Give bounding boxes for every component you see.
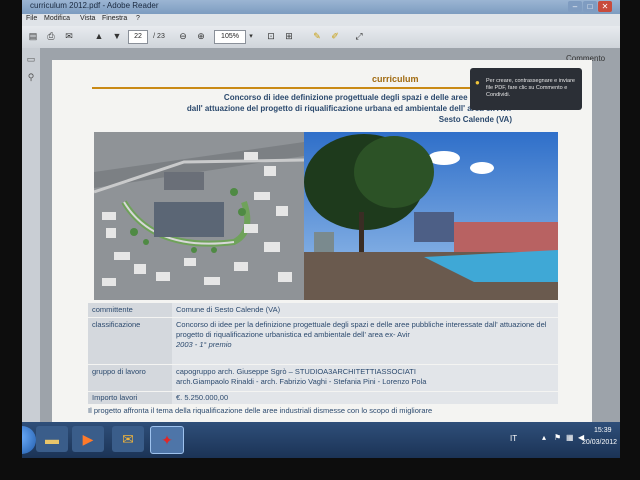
clock-time[interactable]: 15:39 <box>594 427 612 434</box>
previous-page-icon[interactable]: ▲ <box>92 30 106 43</box>
next-page-icon[interactable]: ▼ <box>110 30 124 43</box>
menu-help[interactable]: ? <box>136 15 140 22</box>
maximize-icon[interactable]: □ <box>583 1 597 12</box>
projected-screen: curriculum 2012.pdf - Adobe Reader – □ ✕… <box>22 0 620 458</box>
navigation-pane: ▭ ⚲ <box>22 48 41 422</box>
toolbar: ▤ ⎙ ✉ ▲ ▼ 22 / 23 ⊖ ⊕ 105% ▾ ⊡ ⊞ ✎ ✐ ⤢ <box>22 26 620 49</box>
start-button[interactable] <box>22 426 36 454</box>
gruppo-label: gruppo di lavoro <box>88 365 172 391</box>
menu-finestra[interactable]: Finestra <box>102 15 127 22</box>
page-total: / 23 <box>153 33 165 40</box>
clock-date[interactable]: 20/03/2012 <box>582 439 617 446</box>
classificazione-label: classificazione <box>88 318 172 364</box>
importo-label: Importo lavori <box>88 392 172 404</box>
media-player-icon[interactable]: ▶ <box>72 426 104 452</box>
fit-page-icon[interactable]: ⊡ <box>264 30 278 43</box>
menu-vista[interactable]: Vista <box>80 15 95 22</box>
print-icon[interactable]: ⎙ <box>44 30 58 43</box>
highlight-icon[interactable]: ✐ <box>328 30 342 43</box>
language-indicator[interactable]: IT <box>510 434 517 443</box>
pdf-page: curriculum Concorso di idee definizione … <box>52 60 592 422</box>
committente-label: committente <box>88 303 172 317</box>
menu-bar: File Modifica Vista Finestra ? <box>22 14 620 26</box>
taskbar: ▬ ▶ ✉ ✦ IT ▴ ⚑ ▦ ◀ 15:39 20/03/2012 <box>22 422 620 458</box>
site-plan-image <box>94 132 304 300</box>
menu-modifica[interactable]: Modifica <box>44 15 70 22</box>
zoom-in-icon[interactable]: ⊕ <box>194 30 208 43</box>
window-title: curriculum 2012.pdf - Adobe Reader <box>30 1 159 10</box>
project-description: Il progetto affronta il tema della riqua… <box>88 406 433 415</box>
flag-icon[interactable]: ⚑ <box>554 433 561 442</box>
committente-value: Comune di Sesto Calende (VA) <box>172 303 558 317</box>
email-icon[interactable]: ✉ <box>62 30 76 43</box>
classificazione-award: 2003 - 1° premio <box>176 340 232 349</box>
classificazione-text: Concorso di idee per la definizione prog… <box>176 320 547 339</box>
menu-file[interactable]: File <box>26 15 37 22</box>
minimize-icon[interactable]: – <box>568 1 582 12</box>
importo-value: €. 5.250.000,00 <box>172 392 558 404</box>
pages-icon[interactable]: ▭ <box>25 54 37 66</box>
page-header: curriculum <box>372 74 419 84</box>
gruppo-value: capogruppo arch. Giuseppe Sgrò – STUDIOA… <box>172 365 558 391</box>
network-icon[interactable]: ▦ <box>566 433 574 442</box>
close-icon[interactable]: ✕ <box>598 1 612 12</box>
comment-tooltip[interactable]: ● Per creare, contrassegnare e inviare f… <box>470 68 582 110</box>
expand-icon[interactable]: ⤢ <box>352 30 366 43</box>
gruppo-line-2: arch.Giampaolo Rinaldi - arch. Fabrizio … <box>176 377 427 386</box>
project-title-line-3: Sesto Calende (VA) <box>438 115 512 124</box>
project-title-line-1: Concorso di idee definizione progettuale… <box>223 93 512 102</box>
page-number-input[interactable]: 22 <box>128 30 148 44</box>
explorer-folder-icon[interactable]: ▬ <box>36 426 68 452</box>
classificazione-value: Concorso di idee per la definizione prog… <box>172 318 558 364</box>
zoom-dropdown-icon[interactable]: ▾ <box>246 30 256 43</box>
project-title-line-2: dall' attuazione del progetto di riquali… <box>186 104 512 113</box>
lightbulb-icon: ● <box>475 78 480 87</box>
show-hidden-icons-icon[interactable]: ▴ <box>542 433 546 442</box>
acrobat-icon[interactable]: ✦ <box>150 426 184 454</box>
zoom-input[interactable]: 105% <box>214 30 246 44</box>
open-icon[interactable]: ▤ <box>26 30 40 43</box>
attachments-icon[interactable]: ⚲ <box>25 72 37 84</box>
tooltip-text: Per creare, contrassegnare e inviare fil… <box>486 78 575 98</box>
header-divider <box>92 87 532 89</box>
zoom-out-icon[interactable]: ⊖ <box>176 30 190 43</box>
gruppo-line-1: capogruppo arch. Giuseppe Sgrò – STUDIOA… <box>176 367 416 376</box>
project-rendering-image <box>304 132 558 300</box>
title-bar: curriculum 2012.pdf - Adobe Reader – □ ✕ <box>22 0 620 14</box>
outlook-icon[interactable]: ✉ <box>112 426 144 452</box>
fit-width-icon[interactable]: ⊞ <box>282 30 296 43</box>
sticky-note-icon[interactable]: ✎ <box>310 30 324 43</box>
